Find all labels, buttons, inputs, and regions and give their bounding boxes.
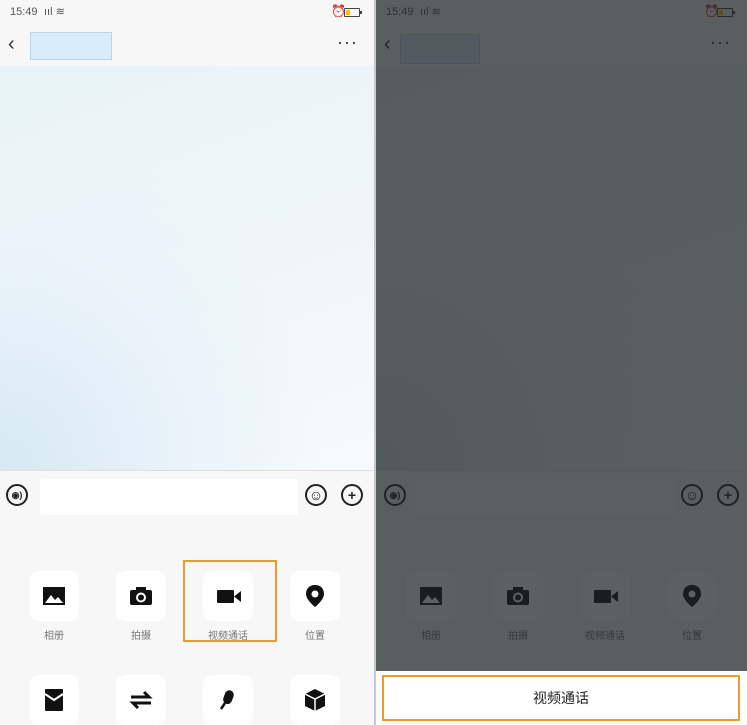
battery-icon — [344, 8, 362, 17]
box-icon — [304, 689, 326, 711]
camera-icon — [130, 587, 152, 605]
action-sheet: 视频通话 — [376, 671, 747, 725]
tool-label: 相册 — [44, 631, 64, 642]
tool-camera[interactable]: 拍摄 — [106, 571, 176, 642]
plus-icon[interactable]: + — [341, 484, 363, 506]
photo-icon — [43, 587, 65, 605]
video-call-highlight — [183, 560, 277, 642]
message-input[interactable] — [40, 479, 298, 515]
video-call-option[interactable]: 视频通话 — [382, 675, 740, 721]
chat-title-redacted — [30, 32, 112, 60]
location-icon — [306, 585, 324, 607]
nav-bar: ‹ ··· — [0, 24, 374, 67]
tool-red-packet[interactable] — [19, 675, 89, 725]
red-packet-icon — [44, 689, 64, 711]
tool-tray: 相册 拍摄 视频通话 位置 — [0, 521, 374, 725]
back-icon[interactable]: ‹ — [8, 34, 15, 54]
tool-location[interactable]: 位置 — [280, 571, 350, 642]
emoji-icon[interactable]: ☺ — [305, 484, 327, 506]
input-bar: ◉) ☺ + — [0, 470, 374, 522]
more-icon[interactable]: ··· — [337, 32, 358, 53]
tool-voice-input[interactable] — [193, 675, 263, 725]
voice-input-icon — [219, 690, 234, 710]
tool-box[interactable] — [280, 675, 350, 725]
tool-transfer[interactable] — [106, 675, 176, 725]
tool-label: 拍摄 — [131, 631, 151, 642]
chat-screen-left: 15:49 ııl ≋ ⏰ ‹ ··· ◉) ☺ + 相册 拍摄 视频通话 位置 — [0, 0, 374, 725]
chat-area — [0, 66, 374, 470]
status-bar: 15:49 ııl ≋ ⏰ — [0, 0, 374, 24]
status-time: 15:49 — [10, 6, 38, 18]
dim-overlay[interactable] — [376, 0, 747, 671]
tool-label: 位置 — [305, 631, 325, 642]
signal-wifi-icon: ııl ≋ — [44, 6, 65, 18]
transfer-icon — [129, 690, 153, 710]
voice-toggle-icon[interactable]: ◉) — [6, 484, 28, 506]
tool-album[interactable]: 相册 — [19, 571, 89, 642]
chat-screen-right: 15:49 ııl ≋ ⏰ ‹ ··· ◉) ☺ + 相册 拍摄 视频通话 位置 — [376, 0, 747, 725]
